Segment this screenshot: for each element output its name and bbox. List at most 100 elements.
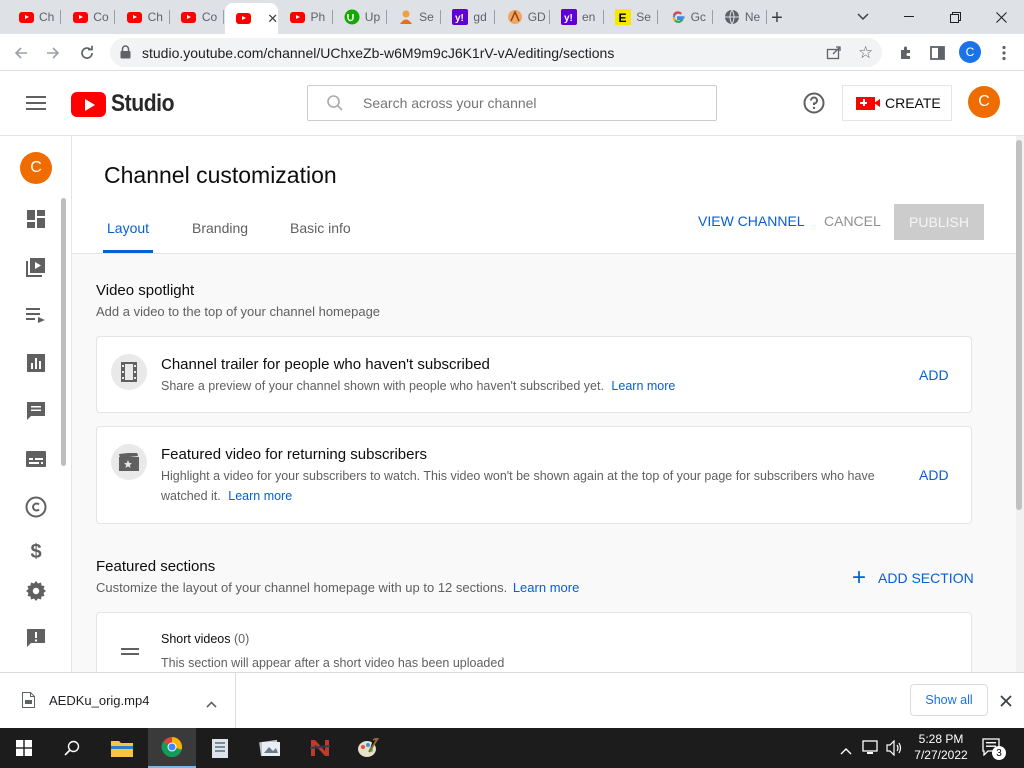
page-scrollbar-thumb[interactable] <box>1016 140 1022 510</box>
hamburger-menu-icon[interactable] <box>26 96 46 115</box>
close-download-bar-icon[interactable] <box>1000 694 1012 712</box>
tab-basic-info[interactable]: Basic info <box>290 220 351 238</box>
subtitles-icon[interactable] <box>24 447 48 471</box>
monetization-icon[interactable]: $ <box>24 541 48 559</box>
learn-more-link[interactable]: Learn more <box>228 489 292 503</box>
page-scrollbar[interactable] <box>1016 136 1024 672</box>
account-avatar[interactable]: C <box>968 86 1000 118</box>
address-bar[interactable]: studio.youtube.com/channel/UChxeZb-w6M9m… <box>110 38 882 67</box>
settings-icon[interactable] <box>24 579 48 603</box>
comments-icon[interactable] <box>24 399 48 423</box>
tab-separator <box>168 10 170 24</box>
sidebar-scrollbar[interactable] <box>61 198 66 466</box>
download-item[interactable]: AEDKu_orig.mp4 <box>0 673 236 729</box>
content-icon[interactable] <box>24 255 48 279</box>
browser-tab-strip: Ch Co Ch Co ✕ Ph Up Se y! gd GD y! en E Se Gc Ne + <box>0 0 1024 34</box>
network-icon[interactable] <box>862 740 880 761</box>
channel-avatar[interactable]: C <box>20 152 52 184</box>
left-sidebar: C $ <box>0 136 72 672</box>
browser-tab[interactable]: Se <box>388 3 442 31</box>
browser-tab[interactable]: Up <box>334 3 387 31</box>
new-tab-button[interactable]: + <box>764 5 790 31</box>
url-text[interactable]: studio.youtube.com/channel/UChxeZb-w6M9m… <box>142 45 614 61</box>
browser-tab[interactable]: Ne <box>714 3 767 31</box>
browser-tab[interactable]: y! en <box>551 3 604 31</box>
app-icon-archive[interactable] <box>196 728 244 768</box>
browser-tab[interactable]: E Se <box>605 3 659 31</box>
browser-tab[interactable]: y! gd <box>442 3 496 31</box>
chevron-up-icon[interactable] <box>206 695 217 713</box>
learn-more-link[interactable]: Learn more <box>513 580 579 595</box>
browser-tab[interactable]: Ch <box>117 3 170 31</box>
reload-button[interactable] <box>74 40 100 66</box>
learn-more-link[interactable]: Learn more <box>611 379 675 393</box>
customization-header: Channel customization Layout Branding Ba… <box>72 136 1016 254</box>
close-tab-icon[interactable]: ✕ <box>267 11 278 27</box>
view-channel-button[interactable]: VIEW CHANNEL <box>698 213 805 229</box>
youtube-icon <box>181 9 197 25</box>
share-icon[interactable] <box>826 44 842 65</box>
app-icon-paint[interactable] <box>344 728 392 768</box>
svg-text:y!: y! <box>564 13 573 24</box>
feedback-icon[interactable] <box>24 626 48 650</box>
tab-branding[interactable]: Branding <box>192 220 248 238</box>
search-input[interactable] <box>363 93 703 113</box>
notification-icon[interactable]: 3 <box>982 738 1006 761</box>
show-all-button[interactable]: Show all <box>910 684 988 716</box>
browser-menu-icon[interactable] <box>991 40 1017 66</box>
close-window-button[interactable] <box>978 0 1024 34</box>
extensions-icon[interactable] <box>893 40 919 66</box>
add-section-button[interactable]: + ADD SECTION <box>852 564 974 591</box>
search-icon[interactable] <box>48 728 96 768</box>
side-panel-icon[interactable] <box>924 40 950 66</box>
back-button[interactable] <box>8 40 34 66</box>
help-icon[interactable] <box>803 92 825 119</box>
app-icon-photos[interactable] <box>246 728 294 768</box>
analytics-icon[interactable] <box>24 351 48 375</box>
clock[interactable]: 5:28 PM 7/27/2022 <box>910 731 972 763</box>
browser-tab[interactable]: GD <box>497 3 550 31</box>
cancel-button[interactable]: CANCEL <box>824 213 881 229</box>
browser-tab[interactable]: Gc <box>660 3 713 31</box>
tab-search-icon[interactable] <box>840 0 886 34</box>
publish-button[interactable]: PUBLISH <box>894 204 984 240</box>
browser-tab[interactable]: Co <box>171 3 224 31</box>
search-box[interactable] <box>307 85 717 121</box>
e-icon: E <box>615 9 632 25</box>
svg-text:E: E <box>619 11 627 25</box>
volume-icon[interactable] <box>886 739 904 761</box>
restore-button[interactable] <box>932 0 978 34</box>
lock-icon[interactable] <box>120 45 131 64</box>
tab-layout[interactable]: Layout <box>103 220 153 254</box>
card-description-line1: Highlight a video for your subscribers t… <box>161 469 875 483</box>
publish-label: PUBLISH <box>909 214 969 230</box>
add-featured-button[interactable]: ADD <box>919 467 949 483</box>
create-button[interactable]: CREATE <box>842 85 952 121</box>
youtube-icon <box>18 9 34 25</box>
playlists-icon[interactable] <box>24 303 48 327</box>
forward-button[interactable] <box>40 40 66 66</box>
drag-handle-icon[interactable] <box>121 643 139 661</box>
card-title: Featured video for returning subscribers <box>161 446 427 463</box>
file-explorer-icon[interactable] <box>98 728 146 768</box>
studio-logo[interactable]: Studio <box>71 90 183 118</box>
plus-icon: + <box>852 564 867 591</box>
app-icon-n[interactable] <box>296 728 344 768</box>
copyright-icon[interactable] <box>24 495 48 519</box>
bookmark-star-icon[interactable]: ☆ <box>858 43 873 63</box>
windows-start-icon[interactable] <box>0 728 48 768</box>
browser-tab-title: Ch <box>147 10 163 24</box>
card-title: Channel trailer for people who haven't s… <box>161 356 490 373</box>
browser-tab[interactable]: Ch <box>8 3 61 31</box>
minimize-button[interactable] <box>886 0 932 34</box>
chrome-icon[interactable] <box>148 728 196 768</box>
video-camera-icon <box>856 96 880 110</box>
browser-tab[interactable]: ✕ <box>225 3 279 34</box>
dashboard-icon[interactable] <box>24 207 48 231</box>
add-trailer-button[interactable]: ADD <box>919 367 949 383</box>
profile-avatar[interactable]: C <box>959 41 981 63</box>
chevron-up-tray-icon[interactable] <box>840 742 852 760</box>
browser-tab[interactable]: Ph <box>280 3 333 31</box>
browser-tab[interactable]: Co <box>62 3 116 31</box>
tab-separator <box>222 10 224 24</box>
